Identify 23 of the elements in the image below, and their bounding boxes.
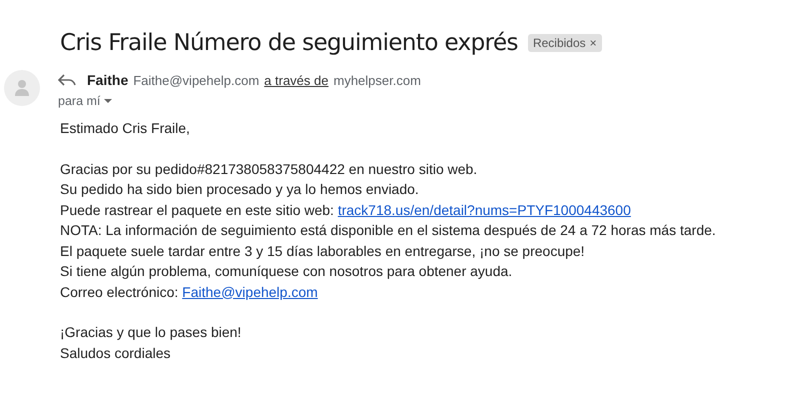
body-text: Puede rastrear el paquete en este sitio web:: [60, 202, 334, 218]
label-text: Recibidos: [532, 36, 586, 50]
body-text: Saludos cordiales: [60, 344, 171, 360]
body-text: El paquete suele tardar entre 3 y 15 días laborables en entregarse, ¡no se preocupe!: [60, 242, 585, 258]
body-text: Estimado Cris Fraile,: [60, 120, 190, 136]
body-link[interactable]: track718.us/en/detail?nums=PTYF1000443600: [338, 202, 631, 218]
details-dropdown[interactable]: [103, 98, 114, 104]
body-text: NOTA: La información de seguimiento está disponible en el sistema después de 24 a 72 horas más tarde.: [60, 222, 716, 238]
body-text: ¡Gracias y que lo pases bien!: [60, 324, 242, 340]
reply-icon: [58, 74, 76, 86]
body-text: Su pedido ha sido bien procesado y ya lo hemos enviado.: [60, 181, 419, 197]
via-link[interactable]: a través de: [264, 72, 328, 88]
avatar-icon: [4, 70, 40, 106]
sender-name: Faithe: [87, 72, 128, 88]
via-domain: myhelpser.com: [334, 72, 421, 88]
body-text: Gracias por su pedido#821738058375804422 en nuestro sitio web.: [60, 160, 478, 176]
body-text: Correo electrónico:: [60, 284, 178, 300]
body-link[interactable]: Faithe@vipehelp.com: [182, 284, 318, 300]
remove-label-button[interactable]: ×: [590, 36, 597, 50]
body-text: Si tiene algún problema, comuníquese con nosotros para obtener ayuda.: [60, 263, 512, 279]
recipient-text: para mí: [58, 94, 100, 108]
email-subject: Cris Fraile Número de seguimiento exprés: [60, 30, 518, 56]
sender-email: Faithe@vipehelp.com: [133, 72, 260, 88]
